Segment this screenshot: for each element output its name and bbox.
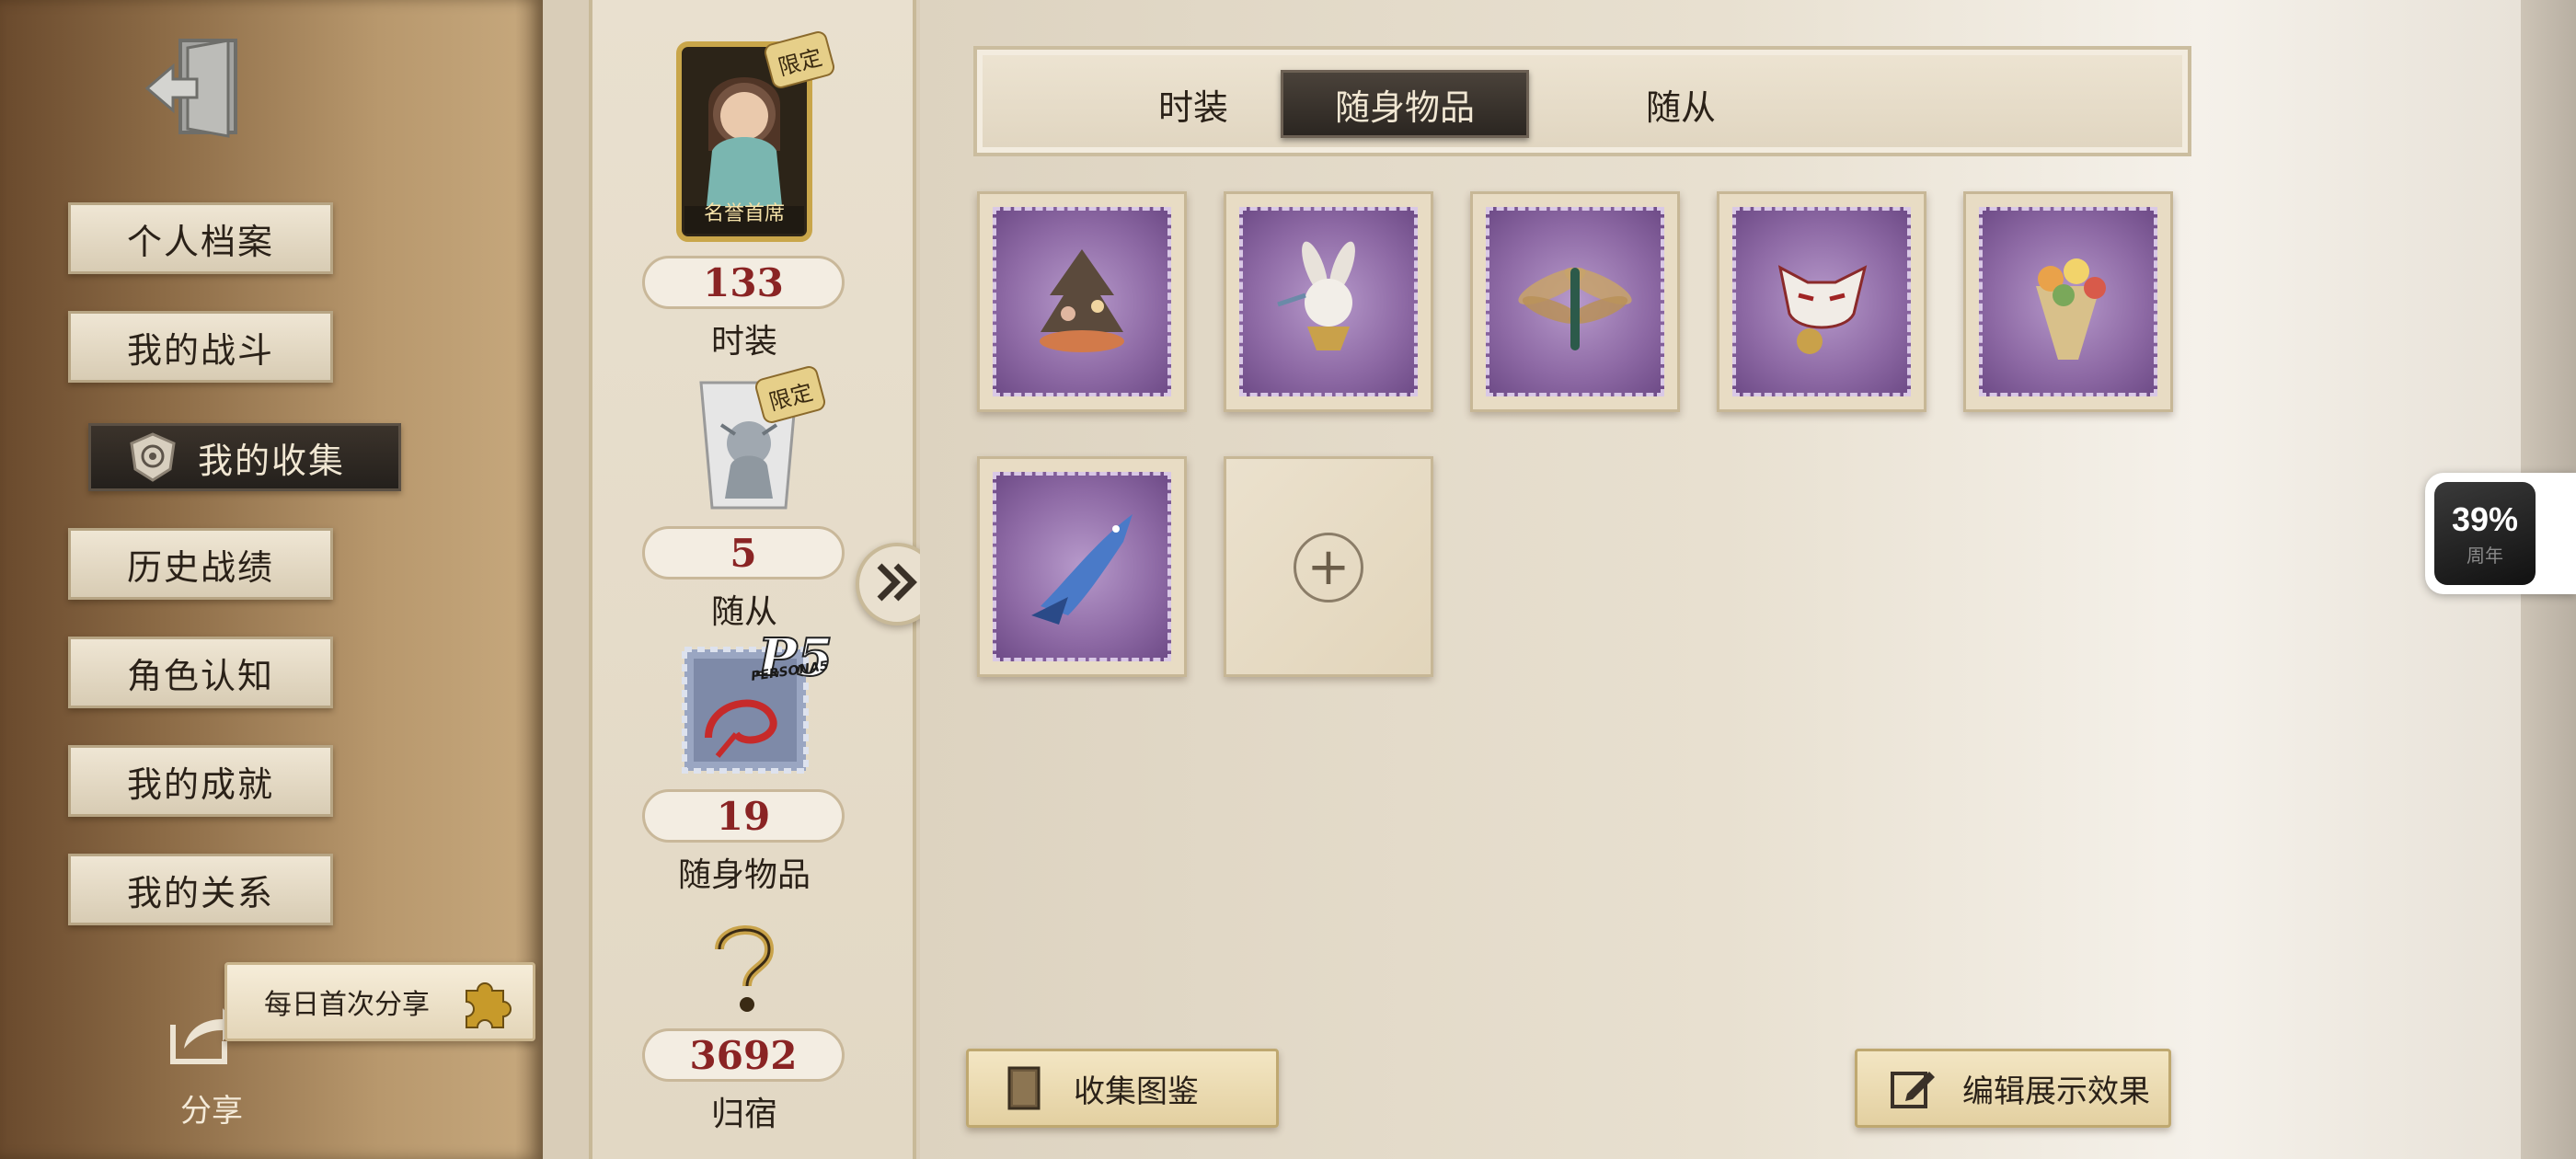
sidebar-item-achievements[interactable]: 我的成就 [68,745,333,817]
tab-label: 随身物品 [1334,86,1475,128]
collection-guide-label: 收集图鉴 [1074,1073,1199,1110]
sidebar-item-character[interactable]: 角色认知 [68,637,333,708]
edit-icon [1889,1064,1937,1112]
home-count: 3692 [642,1028,845,1082]
daily-share-text: 每日首次分享 [264,989,430,1021]
limited-tag: 限定 [762,29,837,91]
sidebar-item-profile[interactable]: 个人档案 [68,202,333,274]
costume-caption: 名誉首席 [703,202,785,225]
sidebar-item-label: 角色认知 [126,655,274,696]
bunny-figure-icon [1259,231,1397,373]
accessory-count: 19 [642,789,845,843]
edit-display-label: 编辑展示效果 [1962,1073,2150,1110]
follower-label: 随从 [710,593,777,631]
add-item-slot[interactable]: + [1224,456,1433,677]
item-card[interactable] [1717,191,1926,412]
follower-count: 5 [642,526,845,580]
item-card[interactable] [977,191,1187,412]
sidebar-item-label: 我的战斗 [126,329,274,371]
add-icon: + [1294,533,1363,602]
shield-emblem-icon [128,432,178,482]
home-label: 归宿 [710,1096,777,1133]
costume-count: 133 [642,256,845,309]
puzzle-icon [457,978,512,1033]
sidebar-item-label: 历史战绩 [126,546,274,588]
flower-bouquet-icon [1999,231,2137,373]
exit-icon[interactable] [144,33,256,143]
mask-bell-icon [1753,231,1891,373]
accessory-label: 随身物品 [677,856,811,894]
left-sidebar: 个人档案 我的战斗 我的收集 历史战绩 角色认知 我的成就 我的关系 每日首次分… [0,0,543,1159]
item-card[interactable] [977,456,1187,677]
category-tabbar: 时装 随身物品 随从 [973,46,2191,156]
item-card[interactable] [1963,191,2173,412]
sidebar-item-collection[interactable]: 我的收集 [88,423,401,491]
ornament-tree-icon [1013,231,1151,373]
book-icon [1000,1064,1048,1112]
double-chevron-right-icon [874,562,920,606]
sidebar-item-relations[interactable]: 我的关系 [68,854,333,925]
share-label[interactable]: 分享 [156,1085,267,1130]
sidebar-item-label: 我的收集 [198,440,346,481]
item-card[interactable] [1470,191,1680,412]
progress-percent: 39% [2451,499,2519,538]
progress-subtitle: 周年 [2467,544,2503,567]
question-mark-icon [703,916,786,1017]
edit-display-button[interactable]: 编辑展示效果 [1855,1049,2171,1128]
collection-guide-button[interactable]: 收集图鉴 [966,1049,1279,1128]
costume-label: 时装 [710,323,777,361]
tab-label: 时装 [1157,86,1228,128]
blue-shark-icon [1013,496,1151,637]
tab-followers[interactable]: 随从 [1557,70,1805,138]
sidebar-item-history[interactable]: 历史战绩 [68,528,333,600]
tab-label: 随从 [1645,86,1716,128]
sidebar-item-label: 个人档案 [126,221,274,262]
sidebar-item-label: 我的成就 [126,763,274,805]
sidebar-item-label: 我的关系 [126,872,274,913]
dragonfly-icon [1506,231,1644,373]
tab-accessories[interactable]: 随身物品 [1281,70,1529,138]
floating-progress-widget[interactable]: 39% 周年 [2425,473,2576,594]
daily-share-badge[interactable]: 每日首次分享 [224,962,535,1041]
sidebar-item-battle[interactable]: 我的战斗 [68,311,333,383]
item-card[interactable] [1224,191,1433,412]
